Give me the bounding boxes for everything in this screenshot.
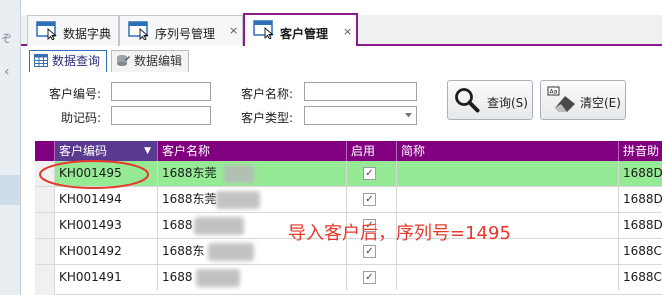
app-window-icon	[128, 21, 149, 40]
cell-abbreviation[interactable]	[397, 187, 619, 212]
table-row[interactable]: KH001491 1688 ✓ 1688C	[35, 265, 662, 295]
row-indicator[interactable]	[35, 213, 55, 238]
tab-serial-number-management[interactable]: 序列号管理 ×	[119, 15, 243, 46]
cell-customer-code[interactable]: KH001492	[55, 239, 158, 264]
row-indicator-header	[35, 141, 55, 161]
column-header-label: 客户编码	[59, 144, 108, 158]
row-indicator[interactable]	[35, 265, 55, 295]
column-header-customer-name[interactable]: 客户名称	[158, 141, 347, 161]
collapse-chevron-icon[interactable]: ‹	[4, 64, 10, 80]
mnemonic-code-input[interactable]	[111, 106, 211, 125]
document-tab-bar: 数据字典 序列号管理 × 客户管理 ×	[21, 13, 662, 46]
subtab-data-query[interactable]: 数据查询	[29, 50, 108, 72]
customer-name-text: 1688东莞	[162, 166, 217, 180]
left-strip-glyph: ぞ	[1, 32, 12, 45]
annotation-ellipse	[39, 160, 149, 189]
cell-pinyin[interactable]: 1688D	[619, 213, 662, 238]
tab-data-dictionary[interactable]: 数据字典	[27, 15, 119, 46]
query-button[interactable]: 查询(S)	[447, 80, 533, 120]
cell-pinyin[interactable]: 1688D	[619, 187, 662, 212]
eraser-icon: Aa	[547, 86, 575, 112]
customer-code-input[interactable]	[111, 82, 211, 101]
clear-button[interactable]: Aa 清空(E)	[540, 80, 626, 120]
cell-pinyin[interactable]: 1688C	[619, 265, 662, 290]
enabled-checkbox[interactable]: ✓	[363, 193, 376, 206]
customer-name-label: 客户名称:	[240, 87, 293, 101]
query-form: 客户编号: 助记码: 客户名称: 客户类型: 查询(S) Aa 清空(E)	[27, 72, 662, 134]
cell-enabled[interactable]: ✓	[347, 187, 397, 212]
cell-abbreviation[interactable]	[397, 265, 619, 290]
blurred-text	[224, 165, 254, 183]
customer-name-text: 1688	[162, 270, 193, 284]
subtab-label: 数据查询	[52, 54, 101, 68]
cell-customer-name[interactable]: 1688	[158, 265, 347, 290]
blurred-text	[208, 243, 254, 261]
cell-enabled[interactable]: ✓	[347, 161, 397, 186]
cell-customer-code[interactable]: KH001491	[55, 265, 158, 290]
customer-name-text: 1688东	[162, 244, 205, 258]
subtab-label: 数据编辑	[134, 54, 183, 68]
column-header-label: 简称	[401, 144, 426, 158]
cell-customer-name[interactable]: 1688东莞	[158, 187, 347, 212]
cell-customer-name[interactable]: 1688东莞	[158, 161, 347, 186]
database-icon	[117, 55, 130, 66]
svg-text:Aa: Aa	[550, 89, 558, 96]
column-header-customer-code[interactable]: 客户编码 ▼	[55, 141, 158, 161]
customer-name-text: 1688东莞	[162, 192, 217, 206]
grid-header-row: 客户编码 ▼ 客户名称 启用 简称 拼音助	[35, 141, 662, 161]
tab-customer-management[interactable]: 客户管理 ×	[243, 13, 358, 46]
customer-code-label: 客户编号:	[48, 87, 101, 101]
column-header-enabled[interactable]: 启用	[347, 141, 397, 161]
table-grid-icon	[34, 54, 48, 67]
column-header-label: 启用	[351, 144, 376, 158]
app-window-icon	[36, 21, 57, 40]
table-row[interactable]: KH001494 1688东莞 ✓ 1688D	[35, 187, 662, 213]
tab-label: 客户管理	[280, 27, 329, 41]
enabled-checkbox[interactable]: ✓	[363, 167, 376, 180]
row-indicator[interactable]	[35, 187, 55, 212]
mnemonic-code-label: 助记码:	[60, 111, 101, 125]
search-icon	[455, 88, 480, 113]
clear-button-label: 清空(E)	[580, 96, 621, 110]
left-strip-selected-item[interactable]	[0, 175, 20, 205]
customer-type-label: 客户类型:	[240, 111, 293, 125]
enabled-checkbox[interactable]: ✓	[363, 245, 376, 258]
customer-type-select[interactable]	[304, 106, 417, 125]
app-window-icon	[253, 20, 274, 39]
enabled-checkbox[interactable]: ✓	[363, 271, 376, 284]
customer-name-text: 1688	[162, 218, 193, 232]
left-navigation-strip: ぞ ‹	[0, 0, 21, 295]
cell-enabled[interactable]: ✓	[347, 265, 397, 290]
query-button-label: 查询(S)	[487, 96, 528, 110]
dropdown-arrow-icon[interactable]	[405, 113, 412, 118]
tab-label: 序列号管理	[155, 27, 216, 41]
cell-customer-code[interactable]: KH001493	[55, 213, 158, 238]
cell-customer-code[interactable]: KH001494	[55, 187, 158, 212]
close-tab-icon[interactable]: ×	[343, 25, 352, 38]
column-header-pinyin[interactable]: 拼音助	[619, 141, 662, 161]
column-header-abbreviation[interactable]: 简称	[397, 141, 619, 161]
customer-name-input[interactable]	[304, 82, 417, 101]
annotation-text: 导入客户后，序列号=1495	[288, 223, 511, 244]
sort-descending-icon[interactable]: ▼	[144, 141, 151, 161]
subtab-data-edit[interactable]: 数据编辑	[111, 50, 190, 72]
column-header-label: 客户名称	[162, 144, 211, 158]
blurred-text	[194, 217, 244, 235]
cell-abbreviation[interactable]	[397, 161, 619, 186]
close-tab-icon[interactable]: ×	[229, 24, 238, 37]
view-subtab-bar: 数据查询 数据编辑	[27, 50, 662, 73]
tab-label: 数据字典	[63, 27, 112, 41]
cell-pinyin[interactable]: 1688C	[619, 239, 662, 264]
blurred-text	[216, 191, 260, 209]
row-indicator[interactable]	[35, 239, 55, 264]
cell-pinyin[interactable]: 1688D	[619, 161, 662, 186]
blurred-text	[196, 269, 240, 287]
column-header-label: 拼音助	[623, 144, 660, 158]
